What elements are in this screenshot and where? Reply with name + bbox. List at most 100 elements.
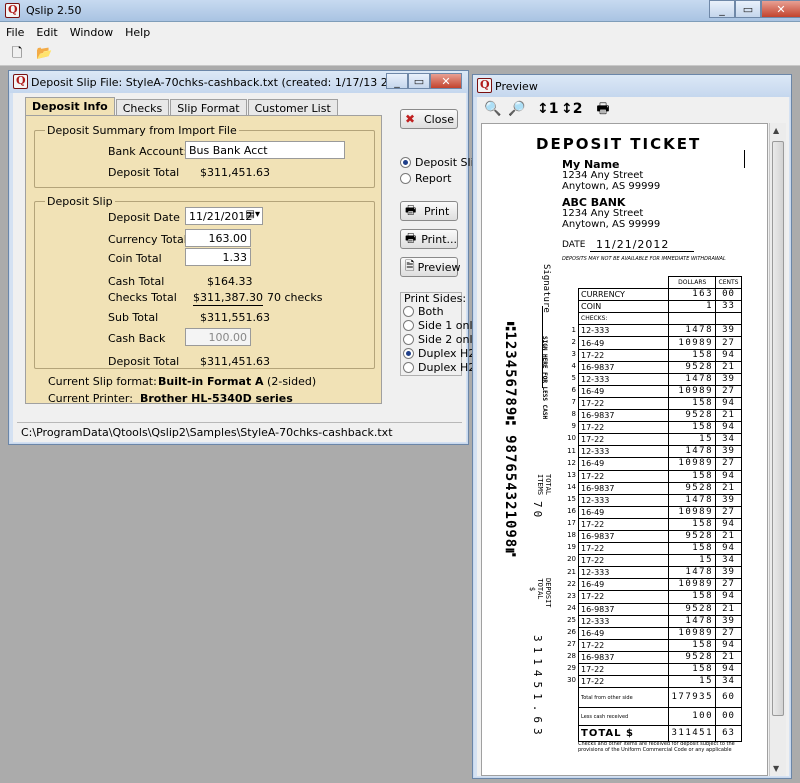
- check-id: 16-49: [577, 457, 670, 471]
- deposit-total-side-value: 311451.63: [531, 635, 544, 740]
- check-id: 12-333: [577, 493, 670, 507]
- side-both-radio[interactable]: Both: [403, 305, 444, 318]
- page-1-icon[interactable]: ↕1: [537, 99, 558, 119]
- check-number: 4: [571, 361, 576, 370]
- check-dollars: 9528: [668, 602, 716, 616]
- maximize-icon: ▭: [742, 2, 754, 16]
- ticket-rule: [744, 150, 745, 168]
- maximize-button[interactable]: ▭: [735, 0, 761, 18]
- bank-account-field[interactable]: Bus Bank Acct: [185, 141, 345, 159]
- preview-window-titlebar: Preview: [473, 75, 791, 97]
- printer-value: Brother HL-5340D series: [140, 392, 293, 405]
- scroll-up-icon[interactable]: ▲: [773, 126, 779, 135]
- preview-button[interactable]: 🗎 Preview: [400, 257, 460, 277]
- deposit-total-value: $311,451.63: [200, 355, 270, 368]
- check-row: 12-333 1478 39: [577, 445, 742, 459]
- check-id: 12-333: [577, 566, 670, 580]
- app-title-bar: Qslip 2.50 _ ▭ ✕: [0, 0, 800, 22]
- side-2-radio[interactable]: Side 2 only: [403, 333, 479, 346]
- toolbar: 🗋 📂: [0, 42, 800, 66]
- menu-file[interactable]: File: [6, 26, 24, 39]
- currency-total-label: Currency Total: [108, 233, 187, 246]
- other-side-row-label: Total from other side: [577, 687, 670, 709]
- mode-report-label: Report: [415, 172, 452, 185]
- deposit-total-side-label: DEPOSIT TOTAL $: [528, 578, 552, 608]
- minimize-button[interactable]: _: [709, 0, 735, 18]
- minimize-icon: _: [719, 2, 725, 16]
- check-cents: 94: [715, 396, 742, 411]
- check-id: 17-22: [577, 662, 670, 677]
- check-cents: 34: [715, 675, 742, 689]
- check-row: 17-22 158 94: [577, 517, 742, 531]
- tab-customer-list[interactable]: Customer List: [247, 99, 338, 115]
- coin-total-field[interactable]: 1.33: [185, 248, 251, 266]
- preview-window-title: Preview: [495, 80, 538, 93]
- check-cents: 94: [715, 348, 742, 362]
- coin-row: COIN 1 33: [577, 300, 742, 314]
- check-id: 16-49: [577, 578, 670, 592]
- check-id: 17-22: [577, 396, 670, 411]
- deposit-slip-legend: Deposit Slip: [45, 195, 115, 208]
- checks-total-label: Checks Total: [108, 291, 177, 304]
- check-number: 18: [567, 531, 576, 540]
- total-row-label: TOTAL $: [577, 725, 670, 743]
- print-sides-group: Print Sides: Both Side 1 only Side 2 onl…: [400, 292, 484, 376]
- check-dollars: 10989: [668, 626, 716, 640]
- zoom-in-icon[interactable]: 🔎: [507, 99, 527, 119]
- scroll-thumb[interactable]: [772, 141, 784, 716]
- currency-total-field[interactable]: 163.00: [185, 229, 251, 247]
- check-dollars: 1478: [668, 493, 716, 507]
- check-dollars: 1478: [668, 445, 716, 459]
- mode-deposit-slip-radio[interactable]: Deposit Slip: [400, 156, 481, 169]
- preview-scrollbar[interactable]: ▲ ▼: [769, 123, 786, 776]
- calendar-dropdown-icon[interactable]: ▤▾: [246, 209, 260, 220]
- close-window-button[interactable]: ✕: [761, 0, 800, 18]
- new-file-icon[interactable]: 🗋: [12, 47, 26, 61]
- app-icon: [5, 3, 20, 18]
- check-row: 16-49 10989 27: [577, 578, 742, 592]
- check-dollars: 1478: [668, 566, 716, 580]
- check-number: 21: [567, 567, 576, 576]
- check-id: 17-22: [577, 675, 670, 689]
- check-id: 12-333: [577, 614, 670, 628]
- check-cents: 21: [715, 529, 742, 544]
- deposit-close-button[interactable]: ✕: [430, 73, 462, 89]
- check-number: 5: [571, 373, 576, 382]
- open-folder-icon[interactable]: 📂: [36, 47, 52, 61]
- check-number: 19: [567, 543, 576, 552]
- check-row: 17-22 158 94: [577, 469, 742, 483]
- zoom-out-icon[interactable]: 🔍: [483, 99, 503, 119]
- side-both-label: Both: [418, 305, 444, 318]
- check-id: 17-22: [577, 554, 670, 568]
- coin-total-label: Coin Total: [108, 252, 162, 265]
- check-dollars: 158: [668, 590, 716, 604]
- close-button-label: Close: [424, 112, 454, 126]
- tab-deposit-info[interactable]: Deposit Info: [25, 97, 115, 115]
- deposit-date-field[interactable]: 11/21/2012 ▤▾: [185, 207, 263, 225]
- check-number: 6: [571, 386, 576, 394]
- duplex-h2t-radio[interactable]: Duplex H2T: [403, 361, 482, 374]
- bank-address-2: Anytown, AS 99999: [562, 219, 661, 230]
- mode-report-radio[interactable]: Report: [400, 172, 451, 185]
- scroll-down-icon[interactable]: ▼: [773, 764, 779, 773]
- print-dialog-button[interactable]: 🖶 Print...: [400, 229, 458, 249]
- tab-slip-format[interactable]: Slip Format: [170, 99, 247, 115]
- cash-back-field[interactable]: 100.00: [185, 328, 251, 346]
- deposit-minimize-button[interactable]: _: [386, 73, 408, 89]
- check-dollars: 9528: [668, 481, 716, 495]
- radio-dot: [403, 320, 414, 331]
- menu-help[interactable]: Help: [125, 26, 150, 39]
- side-1-radio[interactable]: Side 1 only: [403, 319, 479, 332]
- deposit-maximize-button[interactable]: ▭: [408, 73, 430, 89]
- total-row-cents: 63: [715, 725, 742, 743]
- page-2-icon[interactable]: ↕2: [561, 99, 582, 119]
- check-id: 16-9837: [577, 360, 670, 374]
- tab-checks[interactable]: Checks: [115, 99, 170, 115]
- print-preview-icon[interactable]: 🖶: [593, 99, 613, 119]
- check-number: 30: [567, 676, 576, 685]
- check-cents: 34: [715, 554, 742, 568]
- menu-window[interactable]: Window: [70, 26, 113, 39]
- print-button[interactable]: 🖶 Print: [400, 201, 458, 221]
- menu-edit[interactable]: Edit: [36, 26, 57, 39]
- close-button[interactable]: ✖ Close: [400, 109, 458, 129]
